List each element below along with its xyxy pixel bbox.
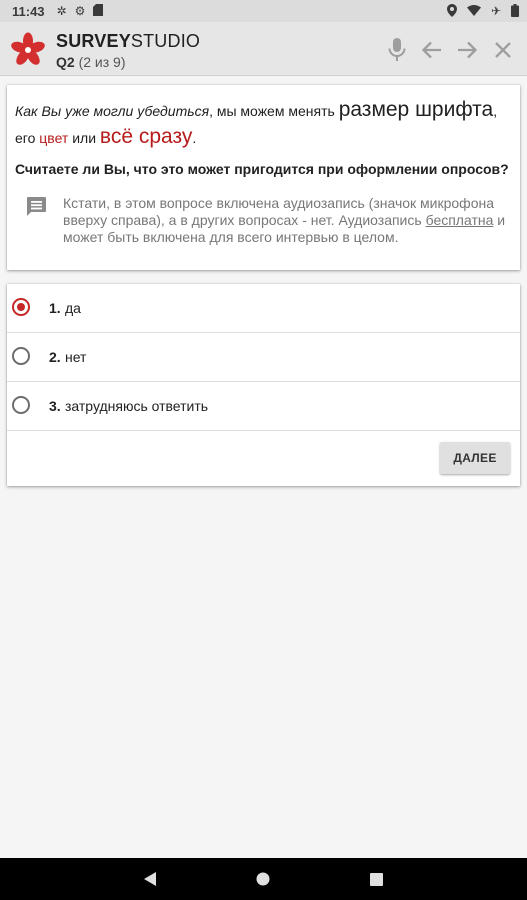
comment-icon: [24, 195, 48, 223]
back-arrow-icon: [421, 41, 441, 59]
app-bar: SURVEYSTUDIO Q2 (2 из 9): [0, 22, 527, 76]
nav-back-button[interactable]: [140, 869, 160, 889]
answer-number: 1.: [49, 300, 61, 316]
close-icon: [495, 42, 511, 58]
airplane-icon: ✈: [490, 4, 501, 18]
answers-card: 1. да 2. нет 3. затрудняюсь ответить ДАЛ…: [7, 284, 520, 486]
battery-icon: [511, 3, 519, 19]
microphone-button[interactable]: [383, 36, 411, 64]
radio-button-checked[interactable]: [12, 298, 30, 316]
question-intro: Как Вы уже могли убедиться, мы можем мен…: [15, 98, 498, 148]
progress-count: (2 из 9): [78, 54, 126, 70]
question-text: Считаете ли Вы, что это может пригодится…: [15, 161, 509, 177]
close-button[interactable]: [489, 36, 517, 64]
pinwheel-icon: ✲: [56, 4, 67, 18]
navigation-bar: [0, 858, 527, 900]
forward-arrow-icon: [458, 41, 478, 59]
answer-label: нет: [65, 349, 87, 365]
nav-recents-button[interactable]: [366, 869, 386, 889]
nav-home-button[interactable]: [253, 869, 273, 889]
gear-icon: ⚙: [74, 4, 86, 18]
location-icon: [446, 3, 457, 19]
forward-button[interactable]: [453, 36, 481, 64]
nav-home-icon: [256, 872, 270, 886]
next-button[interactable]: ДАЛЕЕ: [440, 442, 510, 474]
status-bar: 11:43 ✲ ⚙ ✈: [0, 0, 527, 22]
radio-button[interactable]: [12, 347, 30, 365]
status-time: 11:43: [12, 3, 45, 19]
question-id: Q2: [56, 54, 75, 70]
survey-studio-logo-icon: [11, 32, 45, 65]
answer-option[interactable]: 3. затрудняюсь ответить: [7, 382, 520, 431]
answer-option[interactable]: 1. да: [7, 284, 520, 333]
sd-card-icon: [93, 4, 104, 18]
answer-number: 2.: [49, 349, 61, 365]
radio-button[interactable]: [12, 396, 30, 414]
answer-label: затрудняюсь ответить: [65, 398, 209, 414]
question-card: Как Вы уже могли убедиться, мы можем мен…: [7, 85, 520, 270]
back-button[interactable]: [418, 36, 446, 64]
answer-label: да: [65, 300, 81, 316]
wifi-icon: [466, 4, 481, 18]
answer-number: 3.: [49, 398, 61, 414]
nav-back-icon: [144, 872, 156, 886]
question-hint: Кстати, в этом вопросе включена аудиозап…: [15, 195, 512, 246]
answer-option[interactable]: 2. нет: [7, 333, 520, 382]
app-title: SURVEYSTUDIO: [56, 31, 201, 51]
question-progress: Q2 (2 из 9): [56, 54, 126, 70]
microphone-icon: [388, 38, 406, 61]
nav-recents-icon: [369, 872, 383, 886]
